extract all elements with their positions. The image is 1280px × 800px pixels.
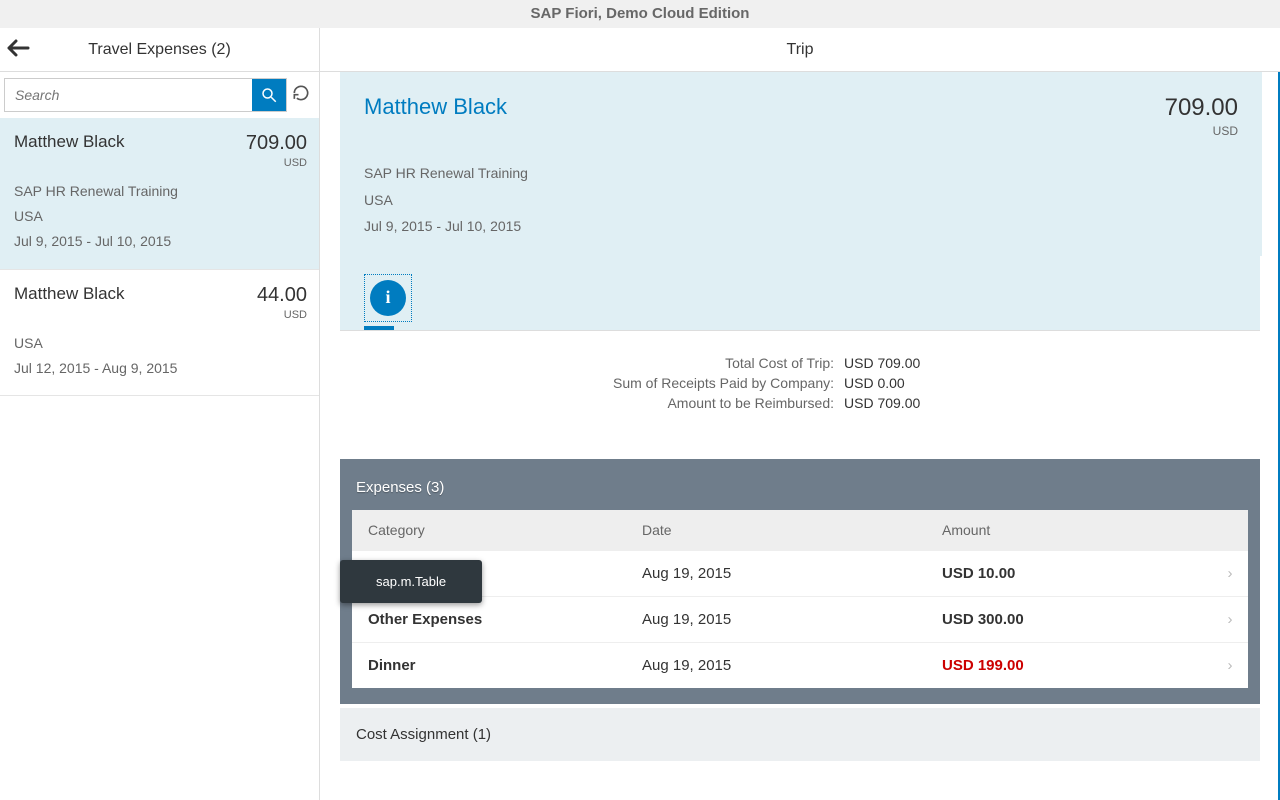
totals-block: Total Cost of Trip: USD 709.00 Sum of Re… <box>340 331 1260 451</box>
object-desc: SAP HR Renewal Training <box>364 160 1238 187</box>
cell-category: Other Expenses <box>352 611 642 628</box>
expenses-table: Category Date Amount Lunch Aug 19, 2015 … <box>352 510 1248 688</box>
list-item-amount: 709.00 <box>246 132 307 155</box>
totals-value: USD 709.00 <box>834 395 920 411</box>
cell-date: Aug 19, 2015 <box>642 657 942 674</box>
totals-value: USD 709.00 <box>834 355 920 371</box>
cell-date: Aug 19, 2015 <box>642 565 942 582</box>
cost-assignment-header: Cost Assignment (1) <box>340 708 1260 761</box>
detail-panel: Trip Matthew Black 709.00 USD SAP HR Ren… <box>320 28 1280 800</box>
object-amount: 709.00 <box>1165 94 1238 122</box>
totals-label: Sum of Receipts Paid by Company: <box>364 375 834 391</box>
master-header: Travel Expenses (2) <box>0 28 319 72</box>
refresh-icon <box>291 83 311 103</box>
app-title: SAP Fiori, Demo Cloud Edition <box>0 0 1280 28</box>
cell-date: Aug 19, 2015 <box>642 611 942 628</box>
list-item-name: Matthew Black <box>14 132 125 152</box>
info-tab[interactable]: i <box>364 274 412 322</box>
table-row[interactable]: Other Expenses Aug 19, 2015 USD 300.00 › <box>352 596 1248 642</box>
search-box <box>4 78 287 112</box>
list-item-amount: 44.00 <box>257 284 307 307</box>
object-currency: USD <box>1165 124 1238 138</box>
search-icon <box>260 86 278 104</box>
col-amount: Amount <box>942 522 1212 538</box>
search-input[interactable] <box>5 79 252 111</box>
table-header: Category Date Amount <box>352 510 1248 550</box>
cell-category: Dinner <box>352 657 642 674</box>
cell-amount: USD 10.00 <box>942 565 1212 582</box>
col-category: Category <box>352 522 642 538</box>
totals-label: Total Cost of Trip: <box>364 355 834 371</box>
totals-value: USD 0.00 <box>834 375 905 391</box>
expense-list: Matthew Black 709.00 USD SAP HR Renewal … <box>0 118 319 800</box>
list-item-name: Matthew Black <box>14 284 125 304</box>
list-item-desc: SAP HR Renewal Training <box>14 179 307 204</box>
col-date: Date <box>642 522 942 538</box>
list-item-country: USA <box>14 204 307 229</box>
master-panel: Travel Expenses (2) <box>0 28 320 800</box>
split-container: Travel Expenses (2) <box>0 28 1280 800</box>
expenses-section: Expenses (3) Category Date Amount Lunch … <box>340 459 1260 704</box>
object-country: USA <box>364 187 1238 214</box>
object-title: Matthew Black <box>364 94 507 120</box>
list-item[interactable]: Matthew Black 709.00 USD SAP HR Renewal … <box>0 118 319 270</box>
object-dates: Jul 9, 2015 - Jul 10, 2015 <box>364 213 1238 240</box>
list-item-country: USA <box>14 331 307 356</box>
expenses-title: Expenses (3) <box>352 469 1248 510</box>
list-item[interactable]: Matthew Black 44.00 USD USA Jul 12, 2015… <box>0 270 319 396</box>
object-header: Matthew Black 709.00 USD SAP HR Renewal … <box>340 72 1262 256</box>
list-item-currency: USD <box>246 157 307 169</box>
icon-tab-bar: i <box>340 256 1260 330</box>
totals-label: Amount to be Reimbursed: <box>364 395 834 411</box>
chevron-right-icon: › <box>1212 611 1248 628</box>
list-item-currency: USD <box>257 309 307 321</box>
back-button[interactable] <box>0 39 36 60</box>
detail-title: Trip <box>320 28 1280 72</box>
table-row[interactable]: Lunch Aug 19, 2015 USD 10.00 › <box>352 550 1248 596</box>
chevron-right-icon: › <box>1212 565 1248 582</box>
search-row <box>0 72 319 118</box>
master-title: Travel Expenses (2) <box>36 41 319 59</box>
detail-body[interactable]: Matthew Black 709.00 USD SAP HR Renewal … <box>320 72 1280 800</box>
info-icon: i <box>370 280 406 316</box>
chevron-right-icon: › <box>1212 657 1248 674</box>
search-button[interactable] <box>252 79 286 111</box>
list-item-dates: Jul 9, 2015 - Jul 10, 2015 <box>14 229 307 254</box>
refresh-button[interactable] <box>291 83 315 107</box>
back-arrow-icon <box>6 39 30 57</box>
cell-amount: USD 199.00 <box>942 657 1212 674</box>
table-row[interactable]: Dinner Aug 19, 2015 USD 199.00 › <box>352 642 1248 688</box>
cell-category: Lunch <box>352 565 642 582</box>
list-item-dates: Jul 12, 2015 - Aug 9, 2015 <box>14 356 307 381</box>
cell-amount: USD 300.00 <box>942 611 1212 628</box>
